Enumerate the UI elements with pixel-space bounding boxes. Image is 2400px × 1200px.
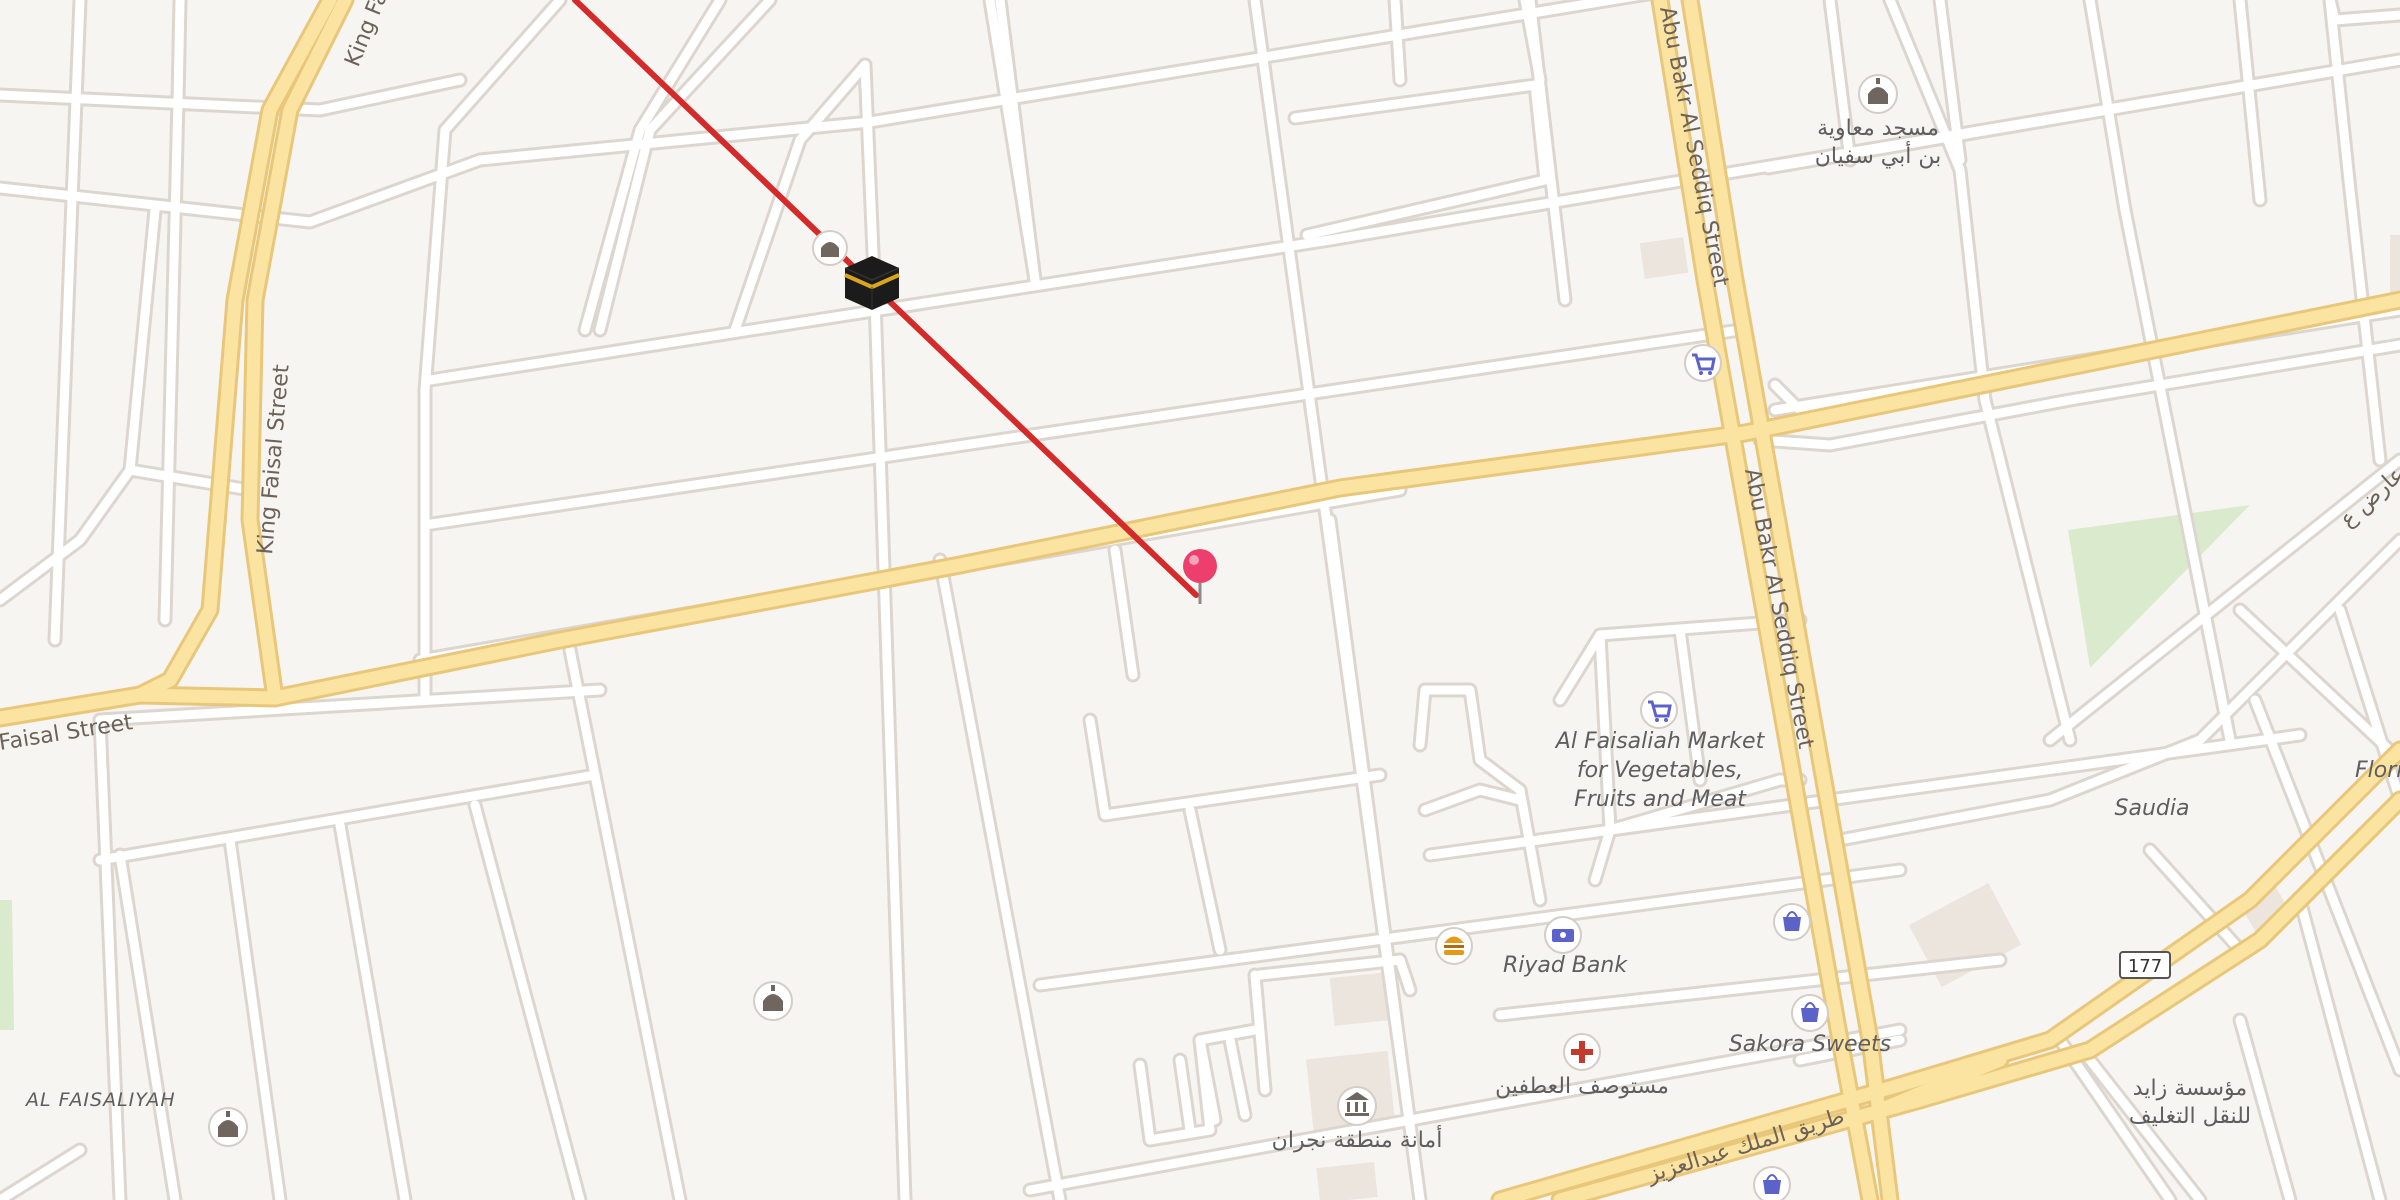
burger-icon[interactable] bbox=[1435, 927, 1473, 965]
place-label-mosque-muawiya-1: مسجد معاوية bbox=[1817, 116, 1939, 141]
mosque-icon[interactable] bbox=[1858, 74, 1898, 114]
place-label-najran: أمانة منطقة نجران bbox=[1272, 1125, 1443, 1153]
mosque-icon[interactable] bbox=[753, 981, 793, 1021]
mosque-icon[interactable] bbox=[208, 1107, 248, 1147]
place-label-sakora-sweets: Sakora Sweets bbox=[1729, 1032, 1891, 1057]
shopping-cart-icon[interactable] bbox=[1640, 691, 1678, 729]
place-label-market-2: for Vegetables, bbox=[1577, 758, 1743, 783]
place-label-flori: Flori bbox=[2355, 758, 2400, 783]
route-shield-177: 177 bbox=[2119, 951, 2171, 979]
shopping-bag-icon[interactable] bbox=[1773, 903, 1811, 941]
shopping-bag-icon[interactable] bbox=[1753, 1166, 1791, 1200]
government-building-icon[interactable] bbox=[1337, 1086, 1377, 1126]
place-label-riyad-bank: Riyad Bank bbox=[1503, 953, 1628, 978]
map-pin-icon[interactable] bbox=[1183, 549, 1217, 604]
bank-icon[interactable] bbox=[1544, 916, 1582, 954]
place-label-mosque-muawiya-2: بن أبي سفيان bbox=[1815, 141, 1942, 169]
place-label-dispensary: مستوصف العطفين bbox=[1495, 1074, 1669, 1099]
mosque-icon[interactable] bbox=[812, 230, 848, 266]
place-label-saudia: Saudia bbox=[2115, 796, 2190, 821]
place-label-market-3: Fruits and Meat bbox=[1574, 787, 1747, 812]
place-label-market-1: Al Faisaliah Market bbox=[1554, 729, 1766, 754]
place-label-transport-2: للنقل التغليف bbox=[2129, 1104, 2251, 1129]
shopping-bag-icon[interactable] bbox=[1791, 994, 1829, 1032]
shopping-cart-icon[interactable] bbox=[1684, 344, 1722, 382]
district-label-al-faisaliyah: AL FAISALIYAH bbox=[24, 1089, 176, 1111]
place-label-transport-1: مؤسسة زايد bbox=[2133, 1076, 2247, 1101]
medical-cross-icon[interactable] bbox=[1563, 1033, 1601, 1071]
map-canvas[interactable]: Faisal Street King Faisal Street King Fa… bbox=[0, 0, 2400, 1200]
svg-text:177: 177 bbox=[2128, 956, 2162, 977]
park-area bbox=[0, 900, 14, 1030]
